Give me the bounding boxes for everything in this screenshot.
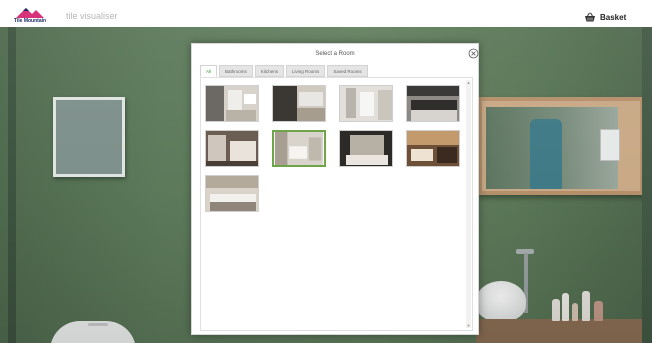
room-thumbnail[interactable] (339, 85, 393, 122)
living-room-photo-2 (407, 131, 459, 166)
bathroom-photo-4 (206, 131, 258, 166)
room-thumbnail[interactable] (205, 175, 259, 212)
tab-living-rooms[interactable]: Living Rooms (286, 65, 326, 77)
top-bar: Tile Mountain tile visualiser Basket (0, 0, 652, 27)
room-thumbnail[interactable] (406, 130, 460, 167)
wall-panel-artwork (53, 97, 125, 177)
room-category-tabs: All Bathrooms Kitchens Living Rooms Save… (200, 65, 368, 77)
right-wall-edge (642, 27, 652, 343)
modal-title: Select a Room (315, 51, 355, 57)
room-list-scrollbar[interactable]: ▲ ▼ (466, 80, 471, 328)
left-wall-edge (8, 27, 16, 343)
scroll-down-arrow-icon[interactable]: ▼ (466, 323, 471, 328)
tab-all[interactable]: All (200, 65, 218, 77)
room-thumbnail[interactable] (406, 85, 460, 122)
select-room-modal: Select a Room All Bathrooms Kitchens Liv… (191, 43, 479, 335)
scroll-up-arrow-icon[interactable]: ▲ (466, 80, 471, 85)
kitchen-photo-2 (206, 176, 258, 211)
close-button[interactable] (468, 46, 479, 59)
logo-wordmark: Tile Mountain (13, 18, 47, 24)
vanity-counter (476, 319, 652, 343)
room-thumbnail-selected[interactable] (272, 130, 326, 167)
living-room-photo-1 (340, 131, 392, 166)
app-title: tile visualiser (66, 11, 118, 21)
tile-mountain-logo[interactable]: Tile Mountain (12, 6, 48, 25)
flush-button (88, 323, 108, 326)
basin-tap (516, 245, 534, 313)
tab-bathrooms[interactable]: Bathrooms (219, 65, 253, 77)
kitchen-photo-1 (407, 86, 459, 121)
room-list-panel: ▲ ▼ (200, 77, 473, 331)
bathroom-photo-1 (206, 86, 258, 121)
toilet-cistern (50, 321, 136, 343)
basket-label: Basket (600, 12, 627, 22)
mirror-glass (486, 107, 620, 189)
bathroom-photo-5 (274, 132, 324, 165)
bathroom-photo-2 (273, 86, 325, 121)
basket-icon (585, 12, 595, 22)
wash-basin (476, 281, 526, 321)
room-thumbnail[interactable] (205, 85, 259, 122)
room-thumbnail-grid (201, 78, 463, 330)
mirror-reflection-panel (600, 129, 620, 161)
tab-kitchens[interactable]: Kitchens (254, 65, 285, 77)
room-thumbnail[interactable] (272, 85, 326, 122)
bathroom-photo-3 (340, 86, 392, 121)
tab-saved-rooms[interactable]: Saved Rooms (327, 65, 368, 77)
room-thumbnail[interactable] (339, 130, 393, 167)
room-thumbnail[interactable] (205, 130, 259, 167)
mirror-cabinet (478, 97, 644, 195)
tile-visualiser-page: Tile Mountain tile visualiser Basket Sel… (0, 0, 652, 343)
towel-reflection (530, 119, 562, 189)
basket-button[interactable]: Basket (584, 10, 626, 24)
close-circle-icon (468, 48, 479, 59)
toiletry-bottles (548, 289, 608, 321)
